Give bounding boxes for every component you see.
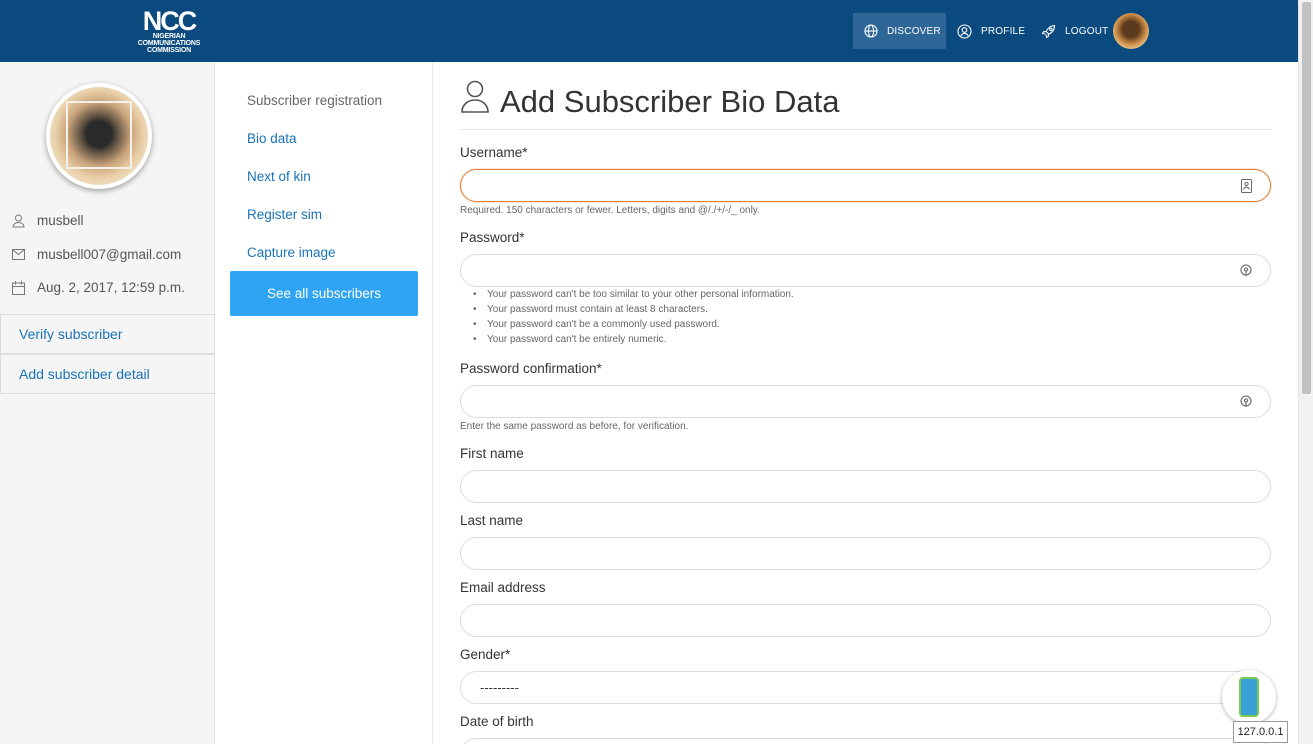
page-scrollbar[interactable]	[1298, 0, 1313, 744]
user-icon	[12, 214, 25, 227]
user-avatar[interactable]	[1113, 13, 1149, 49]
ip-address-badge: 127.0.0.1	[1233, 721, 1288, 743]
password-input[interactable]	[460, 254, 1271, 287]
subnav-capture-image[interactable]: Capture image	[247, 245, 336, 260]
gender-select-value: ---------	[480, 681, 519, 695]
username-input[interactable]	[460, 169, 1271, 202]
scrollbar-thumb[interactable]	[1302, 2, 1311, 394]
subnav-register-sim[interactable]: Register sim	[247, 207, 322, 222]
last-name-label: Last name	[460, 513, 524, 528]
profile-email: musbell007@gmail.com	[37, 247, 182, 262]
subscriber-subnav: Subscriber registration Bio data Next of…	[216, 62, 433, 744]
password-label: Password*	[460, 230, 525, 245]
username-label: Username*	[460, 145, 528, 160]
username-help: Required. 150 characters or fewer. Lette…	[460, 205, 760, 216]
floating-phone-widget[interactable]	[1222, 670, 1276, 724]
calendar-icon	[12, 280, 25, 295]
dob-label: Date of birth	[460, 714, 534, 729]
profile-username-row: musbell	[12, 213, 84, 228]
envelope-icon	[12, 249, 25, 260]
password-hint: Your password can't be entirely numeric.	[473, 333, 794, 348]
dob-input[interactable]	[460, 738, 1271, 744]
nav-logout[interactable]: LOGOUT	[1041, 13, 1108, 49]
see-all-subscribers-button[interactable]: See all subscribers	[230, 271, 418, 316]
profile-email-row: musbell007@gmail.com	[12, 247, 181, 262]
first-name-label: First name	[460, 446, 524, 461]
profile-sidebar: musbell musbell007@gmail.com Aug. 2, 201…	[0, 62, 215, 744]
subnav-bio-data[interactable]: Bio data	[247, 131, 297, 146]
subnav-heading: Subscriber registration	[247, 93, 383, 108]
first-name-input[interactable]	[460, 470, 1271, 503]
page-header: Add Subscriber Bio Data	[460, 80, 1271, 130]
subnav-next-of-kin[interactable]: Next of kin	[247, 169, 311, 184]
top-navbar: NCC NIGERIAN COMMUNICATIONS COMMISSION D…	[0, 0, 1298, 62]
verify-subscriber-link[interactable]: Verify subscriber	[0, 314, 215, 354]
password-confirmation-input[interactable]	[460, 385, 1271, 418]
nav-discover-label: DISCOVER	[887, 25, 941, 37]
last-name-input[interactable]	[460, 537, 1271, 570]
profile-avatar	[46, 83, 152, 189]
password-requirements: Your password can't be too similar to yo…	[473, 288, 794, 348]
gender-select[interactable]: ---------	[460, 671, 1271, 704]
profile-joined-date: Aug. 2, 2017, 12:59 p.m.	[37, 280, 185, 295]
user-icon	[461, 80, 489, 113]
globe-icon	[864, 24, 878, 38]
nav-profile-label: PROFILE	[981, 25, 1026, 37]
password-confirmation-help: Enter the same password as before, for v…	[460, 421, 689, 432]
password-hint: Your password can't be a commonly used p…	[473, 318, 794, 333]
password-confirmation-label: Password confirmation*	[460, 361, 602, 376]
gender-label: Gender*	[460, 647, 511, 662]
key-icon	[1240, 264, 1252, 276]
profile-username: musbell	[37, 213, 84, 228]
add-subscriber-detail-link[interactable]: Add subscriber detail	[0, 354, 215, 394]
nav-profile[interactable]: PROFILE	[957, 13, 1025, 49]
nav-logout-label: LOGOUT	[1065, 25, 1109, 37]
contact-card-icon	[1241, 179, 1252, 193]
rocket-icon	[1041, 24, 1056, 38]
key-icon	[1240, 395, 1252, 407]
phone-icon	[1239, 677, 1259, 717]
password-hint: Your password must contain at least 8 ch…	[473, 303, 794, 318]
ncc-logo[interactable]: NCC NIGERIAN COMMUNICATIONS COMMISSION	[136, 8, 202, 55]
profile-joined-row: Aug. 2, 2017, 12:59 p.m.	[12, 280, 185, 295]
email-input[interactable]	[460, 604, 1271, 637]
page-title: Add Subscriber Bio Data	[500, 84, 840, 119]
user-circle-icon	[957, 23, 972, 39]
email-label: Email address	[460, 580, 546, 595]
password-hint: Your password can't be too similar to yo…	[473, 288, 794, 303]
nav-discover[interactable]: DISCOVER	[853, 13, 946, 49]
